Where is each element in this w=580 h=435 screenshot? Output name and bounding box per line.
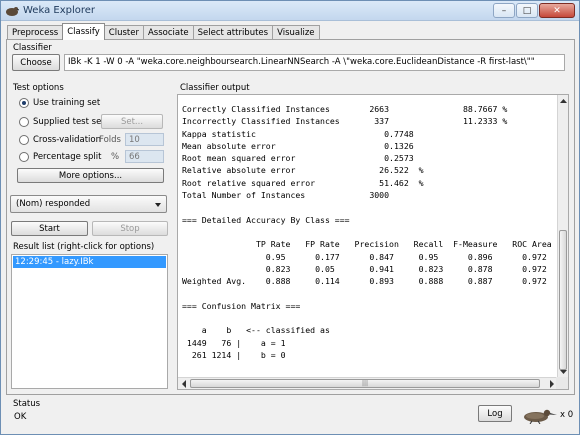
maximize-icon: □ — [522, 5, 532, 16]
horizontal-scroll-thumb[interactable]: ||| — [190, 379, 540, 388]
title-bar[interactable]: Weka Explorer – □ ✕ — [1, 1, 579, 21]
scroll-corner — [556, 377, 568, 389]
folds-field[interactable]: 10 — [125, 133, 164, 146]
vertical-scroll-thumb[interactable] — [559, 230, 567, 370]
tab-preprocess[interactable]: Preprocess — [7, 25, 64, 40]
output-line: === Detailed Accuracy By Class === — [182, 214, 350, 225]
classifier-command-field[interactable]: IBk -K 1 -W 0 -A "weka.core.neighboursea… — [64, 54, 565, 71]
log-button[interactable]: Log — [478, 405, 512, 422]
radio-indicator[interactable] — [19, 117, 29, 127]
choose-button[interactable]: Choose — [12, 54, 60, 71]
result-list-item[interactable]: 12:29:45 - lazy.IBk — [13, 256, 166, 268]
output-line: Kappa statistic 0.7748 — [182, 128, 414, 139]
output-line: Weighted Avg. 0.888 0.114 0.893 0.888 0.… — [182, 276, 547, 287]
radio-percentage-split[interactable]: Percentage split — [19, 152, 101, 162]
class-attribute-value: (Nom) responded — [16, 199, 91, 209]
classifier-section-label: Classifier — [13, 43, 52, 53]
status-text: OK — [14, 412, 27, 422]
close-icon: ✕ — [553, 5, 561, 16]
output-line: Relative absolute error 26.522 % — [182, 165, 424, 176]
minimize-icon: – — [501, 5, 507, 16]
tab-cluster[interactable]: Cluster — [103, 25, 144, 40]
folds-label: Folds — [99, 135, 121, 145]
radio-label: Supplied test set — [33, 117, 105, 127]
radio-use-training-set[interactable]: Use training set — [19, 98, 100, 108]
output-line: Incorrectly Classified Instances 337 11.… — [182, 116, 508, 127]
stop-button[interactable]: Stop — [92, 221, 168, 236]
result-list-label: Result list (right-click for options) — [13, 242, 155, 252]
status-section-label: Status — [13, 399, 41, 409]
window-controls: – □ ✕ — [493, 3, 575, 18]
more-options-button[interactable]: More options... — [17, 168, 164, 183]
set-button[interactable]: Set... — [101, 114, 163, 129]
vertical-scrollbar[interactable] — [557, 95, 568, 378]
output-line: Total Number of Instances 3000 — [182, 190, 390, 201]
output-line: a b <-- classified as — [182, 325, 330, 336]
radio-indicator[interactable] — [19, 135, 29, 145]
classifier-output-panel[interactable]: Correctly Classified Instances 2663 88.7… — [177, 94, 569, 390]
radio-label: Use training set — [33, 98, 101, 108]
output-line: 261 1214 | b = 0 — [182, 349, 286, 360]
output-line: 1449 76 | a = 1 — [182, 337, 286, 348]
output-line: Root relative squared error 51.462 % — [182, 177, 424, 188]
tab-associate[interactable]: Associate — [142, 25, 194, 40]
weka-app-icon — [6, 7, 19, 16]
task-count: x 0 — [560, 410, 574, 420]
radio-label: Percentage split — [33, 152, 102, 162]
output-line: Mean absolute error 0.1326 — [182, 140, 414, 151]
percentage-field[interactable]: 66 — [125, 150, 164, 163]
tab-select-attributes[interactable]: Select attributes — [192, 25, 274, 40]
window-title: Weka Explorer — [23, 5, 96, 16]
weka-explorer-window: Weka Explorer – □ ✕ Preprocess Classify … — [0, 0, 580, 435]
test-options-label: Test options — [13, 83, 64, 93]
radio-indicator[interactable] — [19, 98, 29, 108]
radio-supplied-test-set[interactable]: Supplied test set — [19, 117, 105, 127]
output-line: 0.95 0.177 0.847 0.95 0.896 0.972 — [182, 251, 547, 262]
scroll-left-icon[interactable] — [179, 379, 189, 389]
output-line: 0.823 0.05 0.941 0.823 0.878 0.972 — [182, 263, 547, 274]
scroll-up-icon[interactable] — [559, 96, 568, 106]
class-attribute-select[interactable]: (Nom) responded — [10, 195, 167, 213]
chevron-down-icon — [155, 203, 161, 207]
radio-label: Cross-validation — [33, 135, 101, 145]
output-line: TP Rate FP Rate Precision Recall F-Measu… — [182, 239, 552, 250]
classifier-output-label: Classifier output — [180, 83, 250, 93]
weka-bird-icon[interactable] — [518, 406, 558, 424]
scroll-down-icon[interactable] — [559, 367, 568, 377]
start-button[interactable]: Start — [11, 221, 88, 236]
radio-cross-validation[interactable]: Cross-validation — [19, 135, 101, 145]
classifier-output-text[interactable]: Correctly Classified Instances 2663 88.7… — [182, 103, 560, 371]
minimize-button[interactable]: – — [493, 3, 515, 18]
maximize-button[interactable]: □ — [516, 3, 538, 18]
tab-classify[interactable]: Classify — [62, 23, 105, 40]
output-line: === Confusion Matrix === — [182, 300, 301, 311]
tab-visualize[interactable]: Visualize — [272, 25, 320, 40]
close-button[interactable]: ✕ — [539, 3, 575, 18]
result-list[interactable]: 12:29:45 - lazy.IBk — [11, 254, 168, 389]
output-line: Root mean squared error 0.2573 — [182, 153, 414, 164]
percent-label: % — [111, 152, 120, 162]
horizontal-scrollbar[interactable]: ||| — [178, 377, 558, 389]
main-tabs: Preprocess Classify Cluster Associate Se… — [7, 23, 320, 40]
radio-indicator[interactable] — [19, 152, 29, 162]
output-line: Correctly Classified Instances 2663 88.7… — [182, 104, 508, 114]
